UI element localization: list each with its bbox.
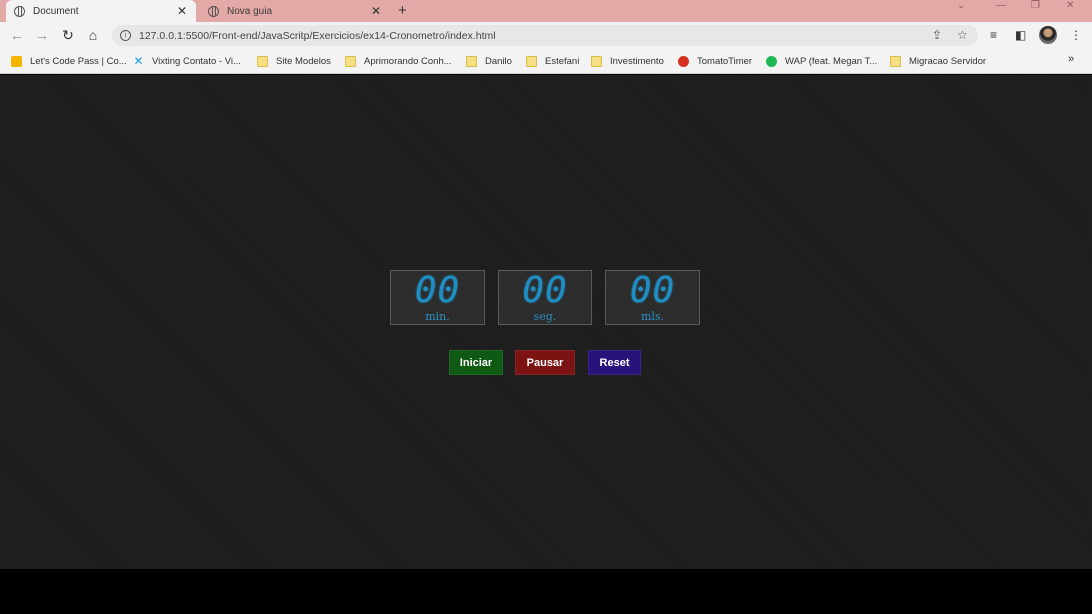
- letscode-icon: [11, 55, 22, 67]
- reload-icon[interactable]: ↻: [59, 26, 77, 44]
- bookmark-aprimorando[interactable]: Aprimorando Conh...: [345, 54, 452, 68]
- folder-icon: [257, 55, 268, 67]
- bookmark-danilo[interactable]: Danilo: [466, 54, 512, 68]
- bookmark-site-modelos[interactable]: Site Modelos: [257, 54, 331, 68]
- bookmark-label: Investimento: [610, 55, 664, 67]
- browser-tab-strip: Document ✕ Nova guia ✕ + ⌄ — ❐ ✕: [0, 0, 1092, 22]
- folder-icon: [526, 55, 537, 67]
- side-panel-icon[interactable]: ◧: [1015, 28, 1026, 42]
- url-text[interactable]: 127.0.0.1:5500/Front-end/JavaScritp/Exer…: [139, 30, 496, 42]
- bookmark-investimento[interactable]: Investimento: [591, 54, 664, 68]
- vixting-icon: ✕: [133, 53, 144, 68]
- bookmark-estefani[interactable]: Estefani: [526, 54, 579, 68]
- bookmark-label: Site Modelos: [276, 55, 331, 67]
- pause-button[interactable]: Pausar: [515, 350, 575, 375]
- tab-title: Nova guia: [227, 5, 273, 17]
- globe-icon: [208, 5, 219, 17]
- restore-button[interactable]: ❐: [1031, 0, 1040, 14]
- bookmark-label: Let's Code Pass | Co...: [30, 55, 127, 67]
- bookmark-tomatotimer[interactable]: TomatoTimer: [678, 54, 752, 68]
- minutes-display: 00 min.: [390, 270, 485, 325]
- profile-avatar[interactable]: [1039, 26, 1057, 44]
- folder-icon: [890, 55, 901, 67]
- start-button[interactable]: Iniciar: [449, 350, 503, 375]
- milliseconds-display: 00 mls.: [605, 270, 700, 325]
- seconds-value: 00: [522, 270, 568, 311]
- bookmark-migracao-servidor[interactable]: Migracao Servidor: [890, 54, 986, 68]
- milliseconds-label: mls.: [640, 310, 665, 323]
- bookmarks-bar: Let's Code Pass | Co... ✕ Vixting Contat…: [0, 48, 1092, 74]
- bookmark-label: Migracao Servidor: [909, 55, 987, 67]
- bookmark-label: Aprimorando Conh...: [364, 55, 452, 67]
- address-bar[interactable]: i 127.0.0.1:5500/Front-end/JavaScritp/Ex…: [112, 25, 978, 46]
- tab-title: Document: [33, 5, 79, 17]
- bookmark-label: Estefani: [545, 55, 580, 67]
- bookmark-star-icon[interactable]: ☆: [957, 28, 968, 42]
- minimize-button[interactable]: —: [996, 0, 1006, 14]
- site-info-icon[interactable]: i: [120, 30, 131, 41]
- chevron-down-icon[interactable]: ⌄: [957, 0, 965, 14]
- folder-icon: [466, 55, 477, 67]
- folder-icon: [345, 55, 356, 67]
- bookmarks-overflow-button[interactable]: »: [1068, 53, 1074, 65]
- tab-nova-guia[interactable]: Nova guia ✕: [200, 0, 390, 22]
- media-queue-icon[interactable]: ≡: [990, 28, 997, 42]
- new-tab-button[interactable]: +: [398, 0, 407, 22]
- bookmark-wap[interactable]: WAP (feat. Megan T...: [766, 54, 877, 68]
- tab-document[interactable]: Document ✕: [6, 0, 196, 22]
- close-tab-icon[interactable]: ✕: [370, 4, 382, 18]
- browser-toolbar: ← → ↻ ⌂ i 127.0.0.1:5500/Front-end/JavaS…: [0, 22, 1092, 48]
- seconds-display: 00 seg.: [498, 270, 592, 325]
- menu-kebab-icon[interactable]: ⋮: [1070, 28, 1082, 42]
- bookmark-vixting[interactable]: ✕ Vixting Contato - Vi...: [133, 53, 241, 68]
- minutes-label: min.: [425, 310, 450, 323]
- bookmark-letscode[interactable]: Let's Code Pass | Co...: [11, 54, 127, 68]
- close-window-button[interactable]: ✕: [1066, 0, 1074, 14]
- seconds-label: seg.: [533, 310, 557, 323]
- minutes-value: 00: [414, 270, 461, 311]
- taskbar-area: [0, 569, 1092, 614]
- close-tab-icon[interactable]: ✕: [176, 4, 188, 18]
- home-icon[interactable]: ⌂: [84, 26, 102, 44]
- folder-icon: [591, 55, 602, 67]
- spotify-icon: [766, 55, 777, 67]
- back-arrow-icon[interactable]: ←: [8, 26, 26, 44]
- bookmark-label: Danilo: [485, 55, 512, 67]
- globe-icon: [14, 5, 25, 17]
- milliseconds-value: 00: [629, 270, 676, 311]
- bookmark-label: TomatoTimer: [697, 55, 753, 67]
- tomato-icon: [678, 55, 689, 67]
- forward-arrow-icon[interactable]: →: [33, 26, 51, 44]
- reset-button[interactable]: Reset: [588, 350, 641, 375]
- share-icon[interactable]: ⇪: [932, 28, 942, 42]
- bookmark-label: Vixting Contato - Vi...: [152, 55, 241, 67]
- bookmark-label: WAP (feat. Megan T...: [785, 55, 878, 67]
